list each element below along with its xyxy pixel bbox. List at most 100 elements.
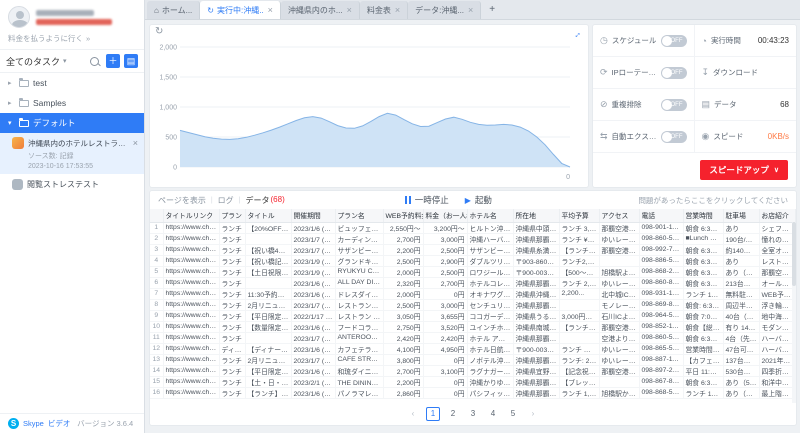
new-tab-button[interactable]: +: [481, 0, 503, 19]
user-plan-redacted: [36, 19, 112, 25]
page-prev-button[interactable]: ‹: [406, 407, 420, 421]
speedup-button[interactable]: スピードアップ ∨: [700, 160, 788, 180]
page-button-1[interactable]: 1: [426, 407, 440, 421]
cell: ランチ 大人...: [559, 343, 599, 354]
sidebar-item-stress-test[interactable]: 閲覧ストレステスト: [0, 174, 144, 194]
cell: ランチ: [219, 387, 245, 398]
close-icon[interactable]: ×: [268, 5, 273, 15]
page-button-5[interactable]: 5: [506, 407, 520, 421]
search-icon[interactable]: [90, 57, 99, 66]
table-row[interactable]: 14https://www.chu...ランチ【平日限定】デ...2023/1/…: [150, 365, 796, 376]
cell: 那覇空港から車...: [599, 321, 639, 332]
all-tasks-dropdown[interactable]: 全てのタスク ▾: [6, 55, 86, 68]
table-row[interactable]: 15https://www.chu...ランチ【土・日・祝日...2023/2/…: [150, 376, 796, 387]
view-tab-label: データ: [246, 195, 270, 206]
panel-label: スピード: [713, 131, 743, 142]
cell: 3,200円～: [423, 222, 467, 233]
table-row[interactable]: 7https://www.chu...ランチ11:30予約で20...2023/…: [150, 288, 796, 299]
tab-1[interactable]: ↻実行中:沖縄..×: [200, 1, 281, 19]
cell: 9: [150, 310, 163, 321]
vertical-scrollbar[interactable]: [792, 222, 796, 403]
sidebar-item-test[interactable]: ▸ test: [0, 73, 144, 93]
table-row[interactable]: 3https://www.chu...ランチ【祝い橋45周年...2023/1/…: [150, 244, 796, 255]
cell: THE DINING 暖...: [335, 376, 383, 387]
page-button-2[interactable]: 2: [446, 407, 460, 421]
close-icon[interactable]: ×: [347, 5, 352, 15]
table-row[interactable]: 8https://www.chu...ランチ2月リニューア...2023/1/7…: [150, 299, 796, 310]
export-icon: ⇆: [600, 131, 608, 142]
launch-label: 起動: [475, 194, 492, 206]
view-tab-label: ページを表示: [158, 195, 206, 206]
close-icon[interactable]: ×: [395, 5, 400, 15]
new-task-button[interactable]: ＋: [106, 54, 120, 68]
panel-label: 重複排除: [612, 99, 642, 110]
page-button-3[interactable]: 3: [466, 407, 480, 421]
close-icon[interactable]: ×: [133, 138, 138, 148]
cell: ランチ 11:...: [683, 288, 723, 299]
user-note-link[interactable]: 料金を払うように行く »: [0, 30, 144, 49]
view-tab-1[interactable]: ログ: [218, 195, 234, 206]
table-row[interactable]: 5https://www.chu...ランチ【土日祝限定】...2023/1/9…: [150, 266, 796, 277]
page-next-button[interactable]: ›: [526, 407, 540, 421]
list-view-button[interactable]: ▤: [124, 54, 138, 68]
table-row[interactable]: 12https://www.chu...ディナー【ディナー】デ...2023/1…: [150, 343, 796, 354]
tab-2[interactable]: 沖縄県内のホ...×: [281, 1, 360, 19]
pause-button[interactable]: 一時停止: [405, 194, 449, 206]
view-tab-2[interactable]: データ(68): [246, 195, 285, 206]
sidebar-item-default[interactable]: ▾ デフォルト: [0, 113, 144, 133]
tab-3[interactable]: 料金表×: [360, 1, 408, 19]
table-row[interactable]: 11https://www.chu...ランチ2023/1/7 (土)...AN…: [150, 332, 796, 343]
refresh-icon[interactable]: ↻: [155, 26, 163, 37]
cell: 【土・日・祝日...: [245, 376, 291, 387]
page-button-4[interactable]: 4: [486, 407, 500, 421]
video-link[interactable]: ビデオ: [48, 418, 71, 429]
cell: https://www.chu...: [163, 277, 219, 288]
data-table: タイトルリンクプランタイトル開催期間プラン名WEB予約料金料金（お一人様）ホテル…: [150, 209, 796, 399]
cell: https://www.chu...: [163, 288, 219, 299]
launch-button[interactable]: ▶ 起動: [465, 194, 492, 206]
avatar[interactable]: [8, 6, 30, 28]
table-row[interactable]: 10https://www.chu...ランチ【数量限定】上...2023/1/…: [150, 321, 796, 332]
table-row[interactable]: 6https://www.chu...ランチ2023/1/6 (金)...ALL…: [150, 277, 796, 288]
table-row[interactable]: 4https://www.chu...ランチ【祝い橋記念日...2023/1/9…: [150, 255, 796, 266]
cell: あり（無料）: [723, 387, 759, 398]
cell: 5: [150, 266, 163, 277]
skype-icon[interactable]: S: [8, 418, 19, 429]
tab-4[interactable]: データ:沖縄...×: [408, 1, 481, 19]
scrollbar-thumb[interactable]: [792, 222, 796, 286]
tab-label: 実行中:沖縄..: [217, 5, 264, 16]
table-row[interactable]: 9https://www.chu...ランチ【平日限定】水...2022/1/1…: [150, 310, 796, 321]
help-text[interactable]: 問題があったらここをクリックしてください: [638, 195, 788, 206]
cell: シェフこだわり...: [759, 222, 796, 233]
toggle-switch[interactable]: OFF: [661, 99, 687, 111]
cell: 137台（レスト...: [723, 354, 759, 365]
data-count: (68): [271, 195, 285, 206]
task-card-selected[interactable]: 沖縄県内のホテルレストラン情報サイト【... × ソース数: 記録 2023-1…: [0, 133, 144, 174]
cell: https://www.chu...: [163, 255, 219, 266]
cell: ランチ: [219, 365, 245, 376]
toggle-switch[interactable]: OFF: [661, 131, 687, 143]
home-icon: ⌂: [154, 6, 159, 15]
cell: 最上階からの眺...: [759, 387, 796, 398]
pause-label: 一時停止: [415, 194, 449, 206]
toggle-switch[interactable]: OFF: [661, 67, 687, 79]
cell: グランドキャッ...: [335, 255, 383, 266]
cell: [559, 332, 599, 343]
skype-link[interactable]: Skype: [23, 419, 44, 428]
tab-0[interactable]: ⌂ホーム...: [147, 1, 200, 19]
cell: ランチ 3,500...: [559, 222, 599, 233]
cell: 2023/1/6 (金)...: [291, 277, 335, 288]
table-row[interactable]: 13https://www.chu...ランチ2月リニューア...2023/1/…: [150, 354, 796, 365]
tree-label: Samples: [33, 98, 66, 108]
table-row[interactable]: 16https://www.chu...ランチ【ランチ】ホテ...2023/1/…: [150, 387, 796, 398]
cell: https://www.chu...: [163, 343, 219, 354]
view-tab-0[interactable]: ページを表示: [158, 195, 206, 206]
close-icon[interactable]: ×: [468, 5, 473, 15]
cell: ランチ: 2,00...: [559, 354, 599, 365]
sidebar-item-samples[interactable]: ▸ Samples: [0, 93, 144, 113]
table-row[interactable]: 2https://www.chu...ランチ2023/1/7 (月)...カーデ…: [150, 233, 796, 244]
toggle-switch[interactable]: OFF: [661, 35, 687, 47]
cell: ホテル日航アリ...: [467, 343, 513, 354]
table-row[interactable]: 1https://www.chu...ランチ【20%OFF】ラ...2023/1…: [150, 222, 796, 233]
cell: カーディンスト...: [335, 233, 383, 244]
